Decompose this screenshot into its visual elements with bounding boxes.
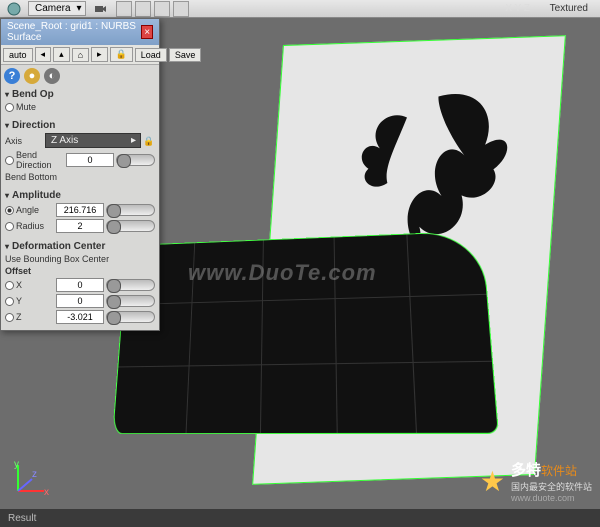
shading-dropdown[interactable]: Textured — [550, 3, 596, 14]
offset-y-slider[interactable] — [106, 295, 155, 307]
camera-dropdown[interactable]: Camera — [28, 1, 86, 16]
offset-x-slider[interactable] — [106, 279, 155, 291]
bend-op-header[interactable]: Bend Op — [5, 89, 155, 100]
radius-input[interactable]: 2 — [56, 219, 104, 233]
offset-z-radio[interactable] — [5, 313, 14, 322]
status-bar: Result — [0, 509, 600, 527]
bend-direction-label: Bend Direction — [16, 150, 64, 170]
menubar: Camera X Y Z Textured — [0, 0, 600, 18]
direction-header[interactable]: Direction — [5, 120, 155, 131]
logo-suffix: 软件站 — [541, 464, 577, 478]
nav-back-button[interactable]: ◂ — [35, 47, 52, 62]
offset-x-radio[interactable] — [5, 281, 14, 290]
offset-x-label: X — [16, 280, 54, 290]
property-panel: Scene_Root : grid1 : NURBS Surface × aut… — [0, 18, 160, 331]
section-direction: Direction Axis Z Axis 🔒 Bend Direction 0… — [1, 118, 159, 188]
amplitude-header[interactable]: Amplitude — [5, 190, 155, 201]
logo-tagline: 国内最安全的软件站 — [511, 480, 592, 493]
nav-fwd-button[interactable]: ▸ — [91, 47, 108, 62]
save-button[interactable]: Save — [169, 48, 202, 62]
section-deformation-center: Deformation Center Use Bounding Box Cent… — [1, 239, 159, 330]
bend-direction-slider[interactable] — [116, 154, 155, 166]
panel-toolbar: auto ◂ ▴ ⌂ ▸ 🔒 Load Save — [1, 45, 159, 65]
angle-radio[interactable] — [5, 206, 14, 215]
radius-slider[interactable] — [106, 220, 155, 232]
svg-text:z: z — [32, 469, 37, 480]
mute-radio[interactable] — [5, 103, 14, 112]
axis-select[interactable]: Z Axis — [45, 133, 141, 148]
angle-slider[interactable] — [106, 204, 155, 216]
section-bend-op: Bend Op Mute — [1, 87, 159, 118]
reset-icon[interactable]: ● — [24, 68, 40, 84]
deformation-center-header[interactable]: Deformation Center — [5, 241, 155, 252]
panel-help-row: ? ● ◐ — [1, 65, 159, 87]
bend-direction-radio[interactable] — [5, 156, 14, 165]
logo-name: 多特 — [511, 462, 541, 479]
logo-url: www.duote.com — [511, 493, 592, 503]
close-icon[interactable]: × — [141, 25, 153, 39]
site-logo: ★ 多特软件站 国内最安全的软件站 www.duote.com — [480, 459, 592, 503]
camera-icon[interactable] — [93, 2, 107, 16]
panel-title-text: Scene_Root : grid1 : NURBS Surface — [7, 21, 141, 43]
bend-direction-input[interactable]: 0 — [66, 153, 114, 167]
use-bbox-label: Use Bounding Box Center — [5, 254, 109, 264]
svg-text:y: y — [14, 459, 19, 470]
offset-x-input[interactable]: 0 — [56, 278, 104, 292]
panel-titlebar[interactable]: Scene_Root : grid1 : NURBS Surface × — [1, 19, 159, 45]
axis-gizmo: x y z — [10, 459, 50, 499]
offset-z-slider[interactable] — [106, 311, 155, 323]
viewport-toolbar — [116, 1, 189, 17]
lock-button[interactable]: 🔒 — [110, 47, 133, 62]
offset-y-label: Y — [16, 296, 54, 306]
load-button[interactable]: Load — [135, 48, 167, 62]
offset-y-radio[interactable] — [5, 297, 14, 306]
lock-icon[interactable]: 🔒 — [143, 136, 153, 146]
nurbs-surface-bent[interactable] — [112, 231, 499, 435]
radius-label: Radius — [16, 221, 54, 231]
bend-bottom-label: Bend Bottom — [5, 172, 63, 182]
wireframe-mode-button[interactable] — [116, 1, 132, 17]
offset-z-label: Z — [16, 312, 54, 322]
status-text: Result — [8, 513, 36, 524]
axis-label: Axis — [5, 136, 43, 146]
angle-label: Angle — [16, 205, 54, 215]
star-icon: ★ — [480, 465, 505, 498]
offset-z-input[interactable]: -3.021 — [56, 310, 104, 324]
nav-up-button[interactable]: ▴ — [53, 47, 70, 62]
mute-label: Mute — [16, 102, 54, 112]
xyz-label: X Y Z — [505, 3, 530, 14]
offset-label: Offset — [5, 266, 43, 276]
pin-icon[interactable]: ◐ — [44, 68, 60, 84]
app-icon — [7, 2, 21, 16]
section-amplitude: Amplitude Angle 216.716 Radius 2 — [1, 188, 159, 239]
shaded-mode-button[interactable] — [135, 1, 151, 17]
help-icon[interactable]: ? — [4, 68, 20, 84]
shade-options-button[interactable] — [154, 1, 170, 17]
radius-radio[interactable] — [5, 222, 14, 231]
angle-input[interactable]: 216.716 — [56, 203, 104, 217]
svg-text:x: x — [44, 487, 49, 498]
auto-button[interactable]: auto — [3, 48, 33, 62]
offset-y-input[interactable]: 0 — [56, 294, 104, 308]
grid-toggle-button[interactable] — [173, 1, 189, 17]
nav-home-button[interactable]: ⌂ — [72, 48, 89, 62]
